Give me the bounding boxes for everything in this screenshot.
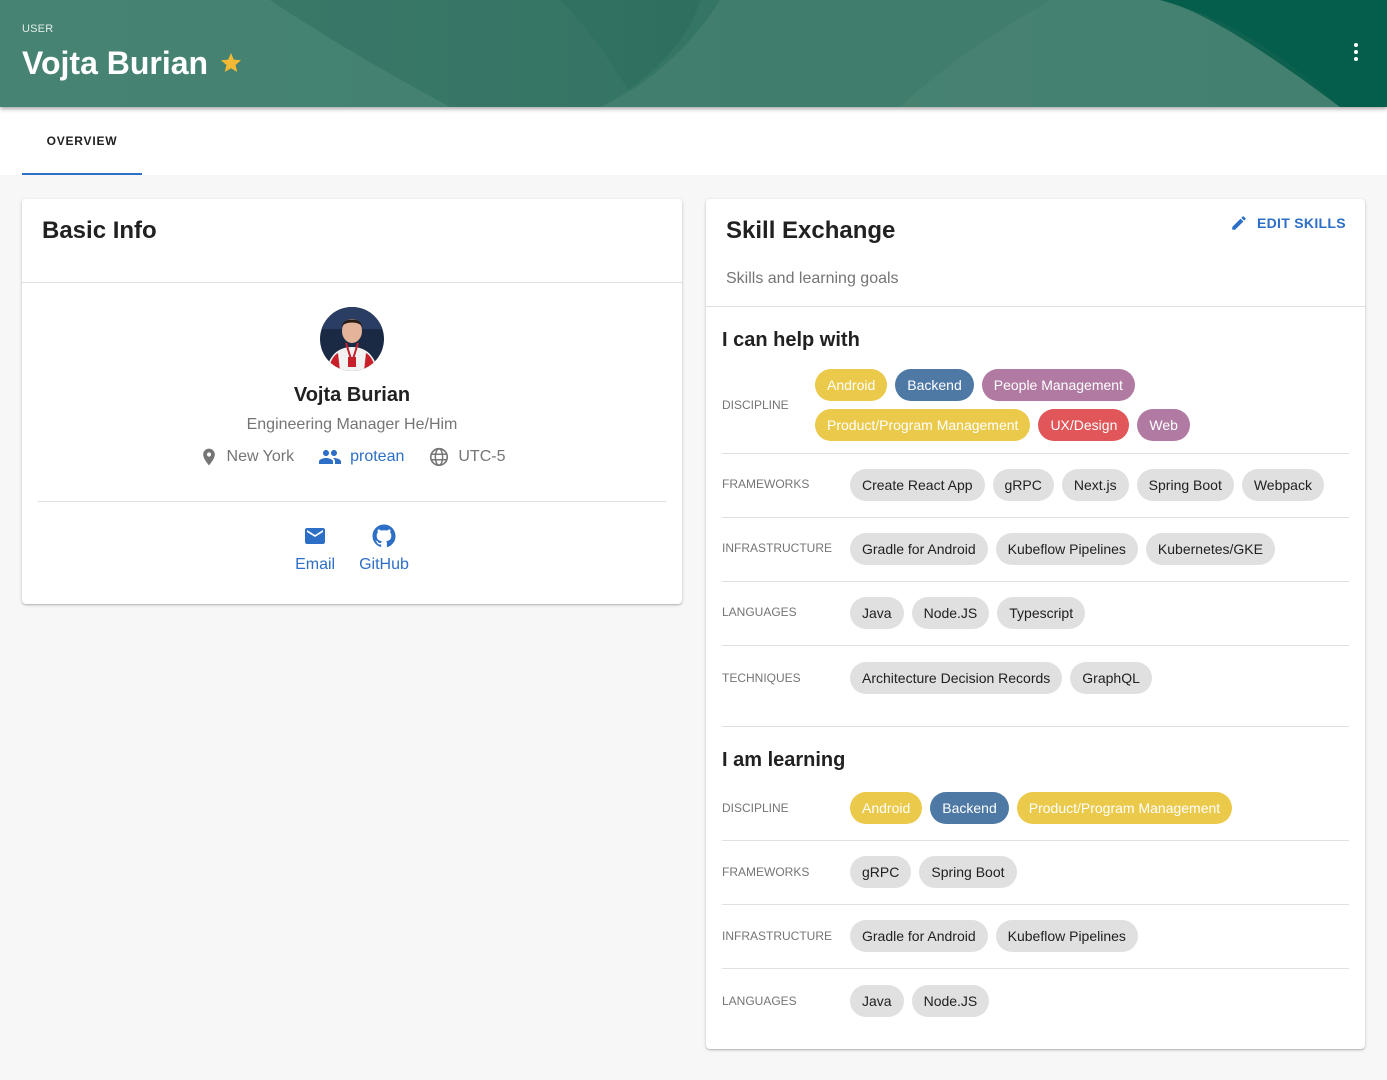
skill-chip-list: Gradle for Android Kubeflow Pipelines Kube…	[850, 533, 1350, 565]
github-icon	[372, 524, 396, 548]
skill-chip[interactable]: Kubernetes/GKE	[1145, 533, 1275, 565]
skill-chip[interactable]: UX/Design	[1038, 409, 1130, 441]
skill-chip[interactable]: Backend	[895, 369, 974, 401]
skill-chip[interactable]: Backend	[930, 792, 1009, 824]
skill-row-infrastructure: INFRASTRUCTURE Gradle for Android Kubeflow…	[722, 904, 1350, 969]
skill-chip[interactable]: Product/Program Management	[815, 409, 1031, 441]
skill-chip[interactable]: Kubeflow Pipelines	[995, 533, 1138, 565]
more-vert-icon[interactable]	[1344, 40, 1368, 64]
skill-category-label: FRAMEWORKS	[722, 865, 810, 879]
skill-row-discipline: DISCIPLINE Android Backend Product/Program …	[722, 776, 1350, 841]
skill-chip[interactable]: Gradle for Android	[850, 920, 988, 952]
skill-category-label: LANGUAGES	[722, 994, 797, 1008]
team-link[interactable]: protean	[318, 445, 404, 469]
learning-heading: I am learning	[722, 749, 846, 771]
skill-chip[interactable]: Node.JS	[911, 597, 990, 629]
skill-exchange-subtitle: Skills and learning goals	[726, 270, 899, 287]
skill-chip[interactable]: Gradle for Android	[850, 533, 988, 565]
skill-chip[interactable]: Product/Program Management	[1016, 792, 1233, 824]
skill-row-languages: LANGUAGES Java Node.JS Typescript	[722, 581, 1350, 646]
contact-links: Email GitHub	[22, 524, 682, 574]
skill-chip[interactable]: Node.JS	[911, 985, 990, 1017]
avatar	[320, 307, 384, 371]
skill-row-frameworks: FRAMEWORKS gRPC Spring Boot	[722, 840, 1350, 905]
skill-chip[interactable]: Java	[850, 597, 904, 629]
pencil-icon	[1232, 216, 1246, 230]
skill-category-label: DISCIPLINE	[722, 398, 789, 412]
timezone-text: UTC-5	[458, 448, 506, 465]
divider	[38, 501, 666, 502]
skill-chip[interactable]: Typescript	[997, 597, 1086, 629]
skill-chip[interactable]: gRPC	[850, 856, 912, 888]
skill-exchange-card: Skill Exchange Skills and learning goals…	[706, 199, 1365, 1049]
skill-chip[interactable]: Android	[815, 369, 888, 401]
skill-chip-list: Android Backend Product/Program Management	[850, 792, 1350, 824]
skill-chip[interactable]: Next.js	[1061, 469, 1129, 501]
globe-icon	[430, 447, 449, 467]
skill-row-frameworks: FRAMEWORKS Create React App gRPC Next.js Spr…	[722, 453, 1350, 518]
skill-category-label: FRAMEWORKS	[722, 477, 810, 491]
skill-chip[interactable]: Android	[850, 792, 923, 824]
skill-category-label: INFRASTRUCTURE	[722, 929, 832, 943]
location: New York	[199, 447, 295, 467]
skill-category-label: INFRASTRUCTURE	[722, 541, 832, 555]
skill-chip[interactable]: gRPC	[992, 469, 1054, 501]
skill-chip[interactable]: Web	[1137, 409, 1190, 441]
skill-chip-list: Architecture Decision Records GraphQL	[850, 662, 1350, 694]
team-text: protean	[350, 448, 405, 465]
basic-info-card: Basic Info Vojta Burian Engineering Mana…	[22, 199, 682, 604]
skill-exchange-title: Skill Exchange	[726, 217, 896, 244]
profile-meta: New York protean UTC-5	[22, 445, 682, 469]
skill-chip[interactable]: Create React App	[850, 469, 985, 501]
skill-chip[interactable]: Kubeflow Pipelines	[995, 920, 1138, 952]
basic-info-title: Basic Info	[42, 217, 157, 244]
profile-name: Vojta Burian	[293, 384, 411, 406]
skill-row-infrastructure: INFRASTRUCTURE Gradle for Android Kubeflow…	[722, 517, 1350, 582]
tab-bar: OVERVIEW	[0, 107, 1387, 175]
skill-chip-list: Create React App gRPC Next.js Spring Boot We…	[850, 469, 1350, 501]
skill-row-discipline: DISCIPLINE Android Backend People Managemen…	[722, 369, 1349, 454]
edit-skills-label: EDIT SKILLS	[1257, 215, 1346, 231]
tab-overview-label: OVERVIEW	[46, 134, 118, 148]
skill-category-label: LANGUAGES	[722, 605, 797, 619]
skill-category-label: DISCIPLINE	[722, 801, 789, 815]
skill-chip-list: Gradle for Android Kubeflow Pipelines	[850, 920, 1350, 952]
active-tab-indicator	[22, 173, 142, 175]
star-icon[interactable]	[219, 51, 243, 75]
skill-chip-list: Android Backend People Management Product/P…	[815, 369, 1235, 441]
skill-chip[interactable]: People Management	[981, 369, 1135, 401]
can-help-heading: I can help with	[722, 329, 860, 351]
profile-role: Engineering Manager He/Him	[246, 416, 458, 433]
skill-row-languages: LANGUAGES Java Node.JS	[722, 968, 1349, 1032]
skill-chip-list: Java Node.JS	[850, 985, 1350, 1017]
email-link[interactable]: Email	[295, 524, 335, 574]
divider	[706, 306, 1365, 307]
skill-chip[interactable]: Spring Boot	[919, 856, 1017, 888]
github-link[interactable]: GitHub	[359, 524, 409, 574]
location-pin-icon	[202, 448, 215, 466]
page-header: USER Vojta Burian	[0, 0, 1387, 107]
page-title: Vojta Burian	[22, 45, 209, 81]
email-icon	[305, 528, 326, 544]
divider	[22, 282, 682, 283]
edit-skills-button[interactable]: EDIT SKILLS	[1230, 214, 1346, 232]
github-label: GitHub	[359, 556, 409, 573]
skill-chip-list: gRPC Spring Boot	[850, 856, 1350, 888]
tab-overview[interactable]: OVERVIEW	[22, 107, 142, 175]
location-text: New York	[226, 448, 295, 465]
skill-row-techniques: TECHNIQUES Architecture Decision Records G…	[722, 645, 1349, 727]
skill-chip[interactable]: GraphQL	[1070, 662, 1152, 694]
skill-chip[interactable]: Java	[850, 985, 904, 1017]
skill-chip-list: Java Node.JS Typescript	[850, 597, 1350, 629]
skill-chip[interactable]: Architecture Decision Records	[850, 662, 1063, 694]
skill-chip[interactable]: Spring Boot	[1136, 469, 1234, 501]
divider	[722, 726, 1349, 727]
skill-category-label: TECHNIQUES	[722, 671, 801, 685]
timezone: UTC-5	[428, 446, 505, 468]
people-icon	[319, 450, 342, 464]
page-kicker: USER	[22, 23, 54, 35]
email-label: Email	[295, 556, 336, 573]
skill-chip[interactable]: Webpack	[1241, 469, 1324, 501]
